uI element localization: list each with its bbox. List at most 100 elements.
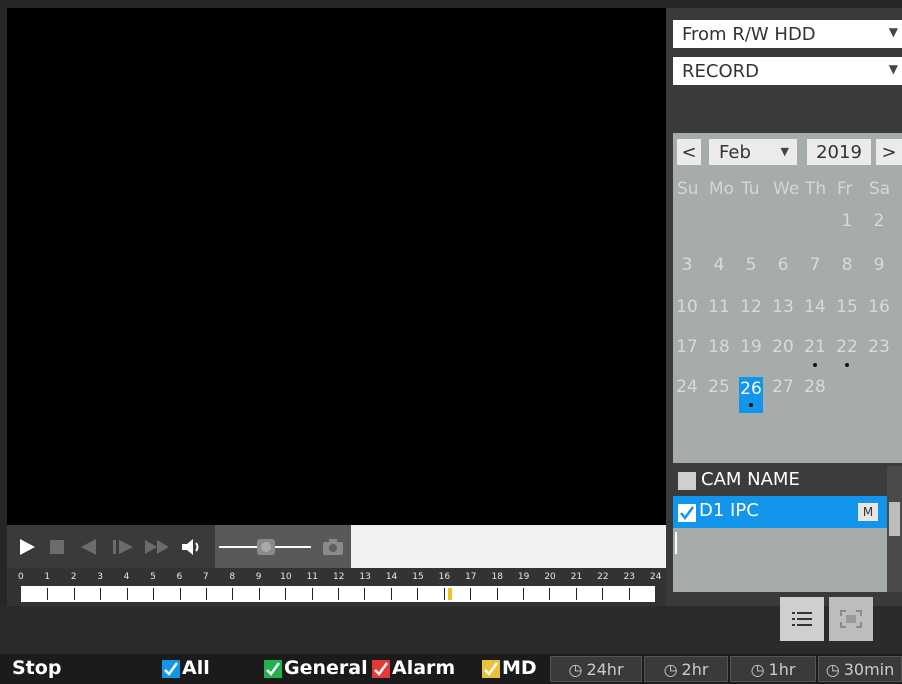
weekday-label: Fr (837, 179, 853, 199)
filter-all-label: All (182, 657, 210, 679)
calendar-day[interactable]: 18 (707, 337, 731, 357)
calendar-day[interactable]: 5 (739, 255, 763, 275)
calendar-day[interactable]: 3 (675, 255, 699, 275)
status-bar: Stop All General Alarm MD ◷ 24hr ◷ 2hr ◷ 1h… (0, 654, 902, 684)
source-dropdown[interactable]: From R/W HDD ▼ (673, 20, 902, 48)
timeline-tick (417, 588, 419, 600)
calendar-day[interactable]: 24 (675, 377, 699, 397)
weekday-label: We (773, 179, 800, 199)
calendar-day[interactable]: 22 (835, 337, 859, 357)
calendar-day[interactable]: 15 (835, 297, 859, 317)
timeline-tick (628, 588, 630, 600)
filter-alarm-checkbox[interactable] (372, 660, 390, 678)
calendar-day[interactable]: 14 (803, 297, 827, 317)
reverse-play-icon[interactable] (79, 537, 99, 557)
channel-list-header[interactable]: CAM NAME (673, 466, 887, 496)
fast-forward-icon[interactable] (143, 537, 173, 557)
calendar-day[interactable]: 7 (803, 255, 827, 275)
text-cursor (675, 532, 677, 554)
record-type-dropdown[interactable]: RECORD ▼ (673, 57, 902, 85)
calendar-day[interactable]: 23 (867, 337, 891, 357)
calendar-day[interactable]: 4 (707, 255, 731, 275)
timeline-hour-label: 1 (44, 572, 51, 582)
period-24hr-button[interactable]: ◷ 24hr (550, 656, 642, 682)
calendar-day[interactable]: 17 (675, 337, 699, 357)
filter-general-checkbox[interactable] (264, 660, 282, 678)
volume-icon[interactable] (181, 537, 205, 557)
playback-state: Stop (12, 657, 62, 679)
period-1hr-button[interactable]: ◷ 1hr (730, 656, 816, 682)
chevron-down-icon: ▼ (888, 25, 898, 39)
month-select[interactable]: Feb ▼ (709, 139, 797, 165)
calendar-day[interactable]: 26 (739, 377, 763, 413)
calendar-day[interactable]: 13 (771, 297, 795, 317)
calendar-day[interactable]: 10 (675, 297, 699, 317)
stop-icon[interactable] (47, 537, 67, 557)
chevron-down-icon: ▼ (888, 62, 898, 76)
timeline-hour-label: 2 (70, 572, 77, 582)
calendar-day[interactable]: 11 (707, 297, 731, 317)
timeline-hour-label: 4 (123, 572, 130, 582)
timeline-tick (179, 588, 181, 600)
calendar-day[interactable]: 12 (739, 297, 763, 317)
calendar-day[interactable]: 19 (739, 337, 763, 357)
timeline-tick (496, 588, 498, 600)
calendar-day[interactable]: 28 (803, 377, 827, 397)
timeline-tick (602, 588, 604, 600)
camera-icon[interactable] (320, 537, 346, 557)
calendar-day[interactable]: 25 (707, 377, 731, 397)
list-view-button[interactable] (780, 597, 824, 641)
control-bar-blank (351, 525, 666, 568)
clock-icon: ◷ (750, 659, 765, 679)
calendar-day[interactable]: 27 (771, 377, 795, 397)
timeline-hour-label: 15 (412, 572, 424, 582)
timeline[interactable]: 0 1 2 3 4 5 6 7 8 9 10 11 12 13 14 15 16 17 18 19 20 21 22 23 24 (7, 568, 666, 606)
record-indicator-dot (813, 363, 817, 367)
timeline-hour-label: 14 (385, 572, 398, 582)
fullscreen-icon (840, 610, 862, 628)
calendar-day[interactable]: 6 (771, 255, 795, 275)
period-2hr-button[interactable]: ◷ 2hr (644, 656, 728, 682)
timeline-hour-labels: 0 1 2 3 4 5 6 7 8 9 10 11 12 13 14 15 16 17 18 19 20 21 22 23 24 (7, 572, 666, 584)
select-all-checkbox[interactable] (678, 472, 696, 490)
timeline-cursor[interactable] (447, 588, 452, 600)
calendar-day[interactable]: 16 (867, 297, 891, 317)
timeline-hour-label: 12 (333, 572, 345, 582)
timeline-hour-label: 13 (359, 572, 371, 582)
timeline-hour-label: 6 (176, 572, 183, 582)
channel-header-label: CAM NAME (701, 469, 800, 490)
calendar-day[interactable]: 8 (835, 255, 859, 275)
slow-play-icon[interactable] (111, 537, 137, 557)
chevron-down-icon: ▼ (780, 145, 789, 158)
calendar-day[interactable]: 2 (867, 211, 891, 231)
source-dropdown-value: From R/W HDD (682, 23, 816, 45)
volume-slider[interactable] (215, 537, 315, 557)
calendar-day[interactable]: 9 (867, 255, 891, 275)
record-type-value: RECORD (682, 60, 759, 82)
filter-md-checkbox[interactable] (482, 660, 500, 678)
channel-checkbox[interactable] (678, 504, 696, 522)
calendar-day[interactable]: 20 (771, 337, 795, 357)
filter-all-checkbox[interactable] (162, 660, 180, 678)
channel-name: D1 IPC (699, 500, 759, 521)
year-input[interactable]: 2019 (807, 139, 871, 165)
timeline-bar[interactable] (21, 586, 655, 602)
timeline-tick (364, 588, 366, 600)
next-month-button[interactable]: > (876, 139, 902, 165)
timeline-hour-label: 7 (202, 572, 209, 582)
timeline-hour-label: 9 (255, 572, 262, 582)
calendar-day[interactable]: 1 (835, 211, 859, 231)
channel-badge[interactable]: M (858, 503, 878, 521)
video-display[interactable] (7, 8, 666, 525)
timeline-hour-label: 10 (280, 572, 292, 582)
calendar-day[interactable]: 21 (803, 337, 827, 357)
fullscreen-button[interactable] (829, 597, 873, 641)
channel-row[interactable]: D1 IPC M (673, 496, 887, 528)
prev-month-button[interactable]: < (677, 139, 701, 165)
scrollbar-thumb[interactable] (889, 502, 900, 536)
timeline-hour-label: 18 (491, 572, 503, 582)
play-icon[interactable] (17, 537, 37, 557)
channel-scrollbar[interactable] (887, 466, 902, 592)
period-30min-button[interactable]: ◷ 30min (818, 656, 902, 682)
weekday-label: Th (805, 179, 827, 199)
